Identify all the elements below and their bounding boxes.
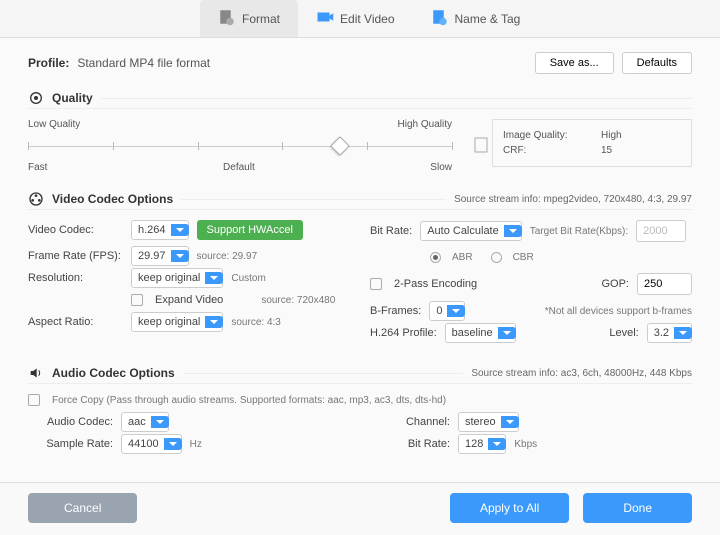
audio-codec-title: Audio Codec Options [52,366,175,380]
high-quality-label: High Quality [398,119,452,130]
resolution-label: Resolution: [28,272,123,284]
audio-codec-select[interactable]: aac [121,416,169,428]
audio-bitrate-label: Bit Rate: [380,438,450,450]
sample-rate-label: Sample Rate: [28,438,113,450]
hwaccel-button[interactable]: Support HWAccel [197,220,303,240]
force-copy-checkbox[interactable] [28,394,40,406]
abr-radio[interactable] [430,252,441,263]
chevron-down-icon [674,327,692,339]
tab-format[interactable]: Format [200,0,298,37]
image-quality-label: Image Quality: [503,130,593,141]
quality-slider[interactable] [28,136,452,156]
resolution-select[interactable]: keep original [131,272,223,284]
h264-profile-select[interactable]: baseline [445,327,516,339]
profile-value: Standard MP4 file format [77,56,210,70]
expand-video-label: Expand Video [155,294,223,306]
custom-label: Custom [231,273,265,284]
video-codec-select[interactable]: h.264 [131,224,189,236]
resolution-source: source: 720x480 [261,295,335,306]
video-codec-title: Video Codec Options [52,192,173,206]
aspect-select[interactable]: keep original [131,316,223,328]
chevron-down-icon [205,272,223,284]
tab-format-label: Format [242,12,280,26]
abr-label: ABR [452,252,473,263]
channel-select[interactable]: stereo [458,416,519,428]
apply-to-all-button[interactable]: Apply to All [450,493,569,523]
chevron-down-icon [171,224,189,236]
tab-name-tag[interactable]: Name & Tag [413,0,539,37]
bframes-note: *Not all devices support b-frames [545,306,692,317]
gop-label: GOP: [601,278,629,290]
bitrate-label: Bit Rate: [370,225,412,237]
chevron-down-icon [171,250,189,262]
aspect-label: Aspect Ratio: [28,316,123,328]
chevron-down-icon [501,416,519,428]
document-icon [474,137,488,156]
sample-unit: Hz [190,439,202,450]
audio-codec-header: Audio Codec Options Source stream info: … [28,365,692,384]
tabs-bar: Format Edit Video Name & Tag [0,0,720,38]
bframes-label: B-Frames: [370,305,421,317]
chevron-down-icon [504,225,522,237]
video-source-info: Source stream info: mpeg2video, 720x480,… [454,194,692,205]
done-button[interactable]: Done [583,493,692,523]
edit-video-icon [316,8,334,29]
fps-source: source: 29.97 [197,251,258,262]
bitrate-unit: Kbps [514,439,537,450]
chevron-down-icon [164,438,182,450]
audio-codec-label: Audio Codec: [28,416,113,428]
cbr-label: CBR [513,252,534,263]
fps-select[interactable]: 29.97 [131,250,189,262]
default-label: Default [223,162,255,173]
tab-name-label: Name & Tag [455,12,521,26]
audio-source-info: Source stream info: ac3, 6ch, 48000Hz, 4… [471,368,692,379]
chevron-down-icon [447,305,465,317]
bframes-select[interactable]: 0 [429,305,465,317]
cancel-button[interactable]: Cancel [28,493,137,523]
fast-label: Fast [28,162,47,173]
tab-edit-label: Edit Video [340,12,395,26]
h264-profile-label: H.264 Profile: [370,327,437,339]
tab-edit-video[interactable]: Edit Video [298,0,413,37]
video-codec-header: Video Codec Options Source stream info: … [28,191,692,210]
target-bitrate-input[interactable] [636,220,686,242]
fps-label: Frame Rate (FPS): [28,250,123,262]
format-icon [218,8,236,29]
force-copy-label: Force Copy (Pass through audio streams. … [52,395,446,406]
slider-thumb[interactable] [330,136,350,156]
bitrate-select[interactable]: Auto Calculate [420,225,522,237]
cbr-radio[interactable] [491,252,502,263]
chevron-down-icon [488,438,506,450]
gear-icon [28,90,44,106]
profile-label: Profile: [28,56,69,70]
audio-bitrate-select[interactable]: 128 [458,438,506,450]
slow-label: Slow [430,162,452,173]
low-quality-label: Low Quality [28,119,80,130]
name-tag-icon [431,8,449,29]
crf-label: CRF: [503,145,593,156]
twopass-checkbox[interactable] [370,278,382,290]
chevron-down-icon [151,416,169,428]
crf-value: 15 [601,145,612,156]
target-bitrate-label: Target Bit Rate(Kbps): [530,226,628,237]
defaults-button[interactable]: Defaults [622,52,692,74]
aspect-source: source: 4:3 [231,317,280,328]
image-quality-value: High [601,130,622,141]
quality-title: Quality [52,91,93,105]
video-codec-label: Video Codec: [28,224,123,236]
chevron-down-icon [205,316,223,328]
level-label: Level: [609,327,638,339]
sample-rate-select[interactable]: 44100 [121,438,182,450]
expand-video-checkbox[interactable] [131,294,143,306]
twopass-label: 2-Pass Encoding [394,278,477,290]
quality-header: Quality [28,90,692,109]
save-as-button[interactable]: Save as... [535,52,614,74]
channel-label: Channel: [380,416,450,428]
level-select[interactable]: 3.2 [647,327,692,339]
gop-input[interactable] [637,273,692,295]
speaker-icon [28,365,44,381]
film-reel-icon [28,191,44,207]
chevron-down-icon [498,327,516,339]
